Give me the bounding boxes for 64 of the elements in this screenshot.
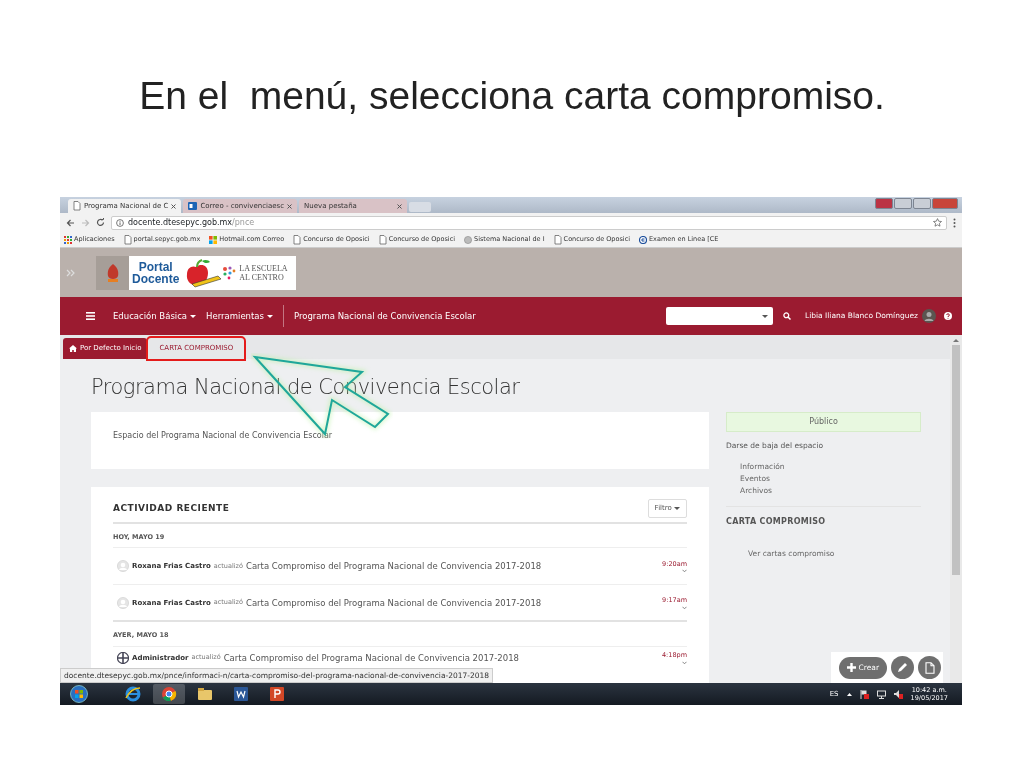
pencil-icon [897,662,908,673]
document-link[interactable]: Carta Compromiso del Programa Nacional de Convivencia 2017-2018 [223,651,519,665]
user-avatar-icon [117,560,129,573]
logo-tagline: AL CENTRO [239,272,285,282]
url-text: docente.dtesepyc.gob.mx/pnce [128,216,255,229]
logo-text: Portal [137,260,174,273]
windows-orb-icon [70,685,88,703]
folder-icon [197,686,213,702]
chevron-down-icon[interactable] [682,605,687,610]
page-icon [123,234,132,245]
apps-grid-icon [64,235,72,244]
dots-logo-icon [222,265,237,280]
logo-text: Docente [132,272,180,285]
document-link[interactable]: Carta Compromiso del Programa Nacional de Convivencia 2017-2018 [245,596,542,610]
nav-menu[interactable]: Educación Básica [113,309,197,323]
browser-e-icon [125,686,141,702]
sidebar-heading: CARTA COMPROMISO [726,516,827,529]
nav-menu[interactable]: Herramientas [206,309,273,323]
page-icon [378,234,387,245]
admin-avatar-icon [117,652,129,665]
flag-icon[interactable] [859,689,869,699]
windows-logo-icon [209,235,218,244]
word-icon [233,686,249,702]
close-icon[interactable] [397,203,403,209]
menu-icon[interactable] [86,312,95,320]
home-icon [69,345,77,352]
slide-title: En el menú, selecciona carta compromiso. [139,73,885,120]
circle-logo-icon [639,235,647,244]
tray-expand-icon[interactable] [846,692,852,696]
network-icon[interactable] [876,689,886,699]
close-icon[interactable] [287,203,293,209]
menu-icon[interactable] [953,217,956,228]
logo-tagline: LA ESCUELA [239,263,288,273]
globe-icon [464,235,473,244]
speaker-icon[interactable] [893,689,903,699]
chevron-down-icon[interactable] [682,661,687,666]
avatar-icon[interactable] [922,309,936,323]
mail-app-icon [188,202,198,210]
help-icon[interactable] [944,312,952,320]
document-icon [924,661,935,674]
taskbar-app[interactable] [153,684,185,704]
user-avatar-icon [117,596,129,609]
scrollbar[interactable] [950,335,962,683]
space-name-link[interactable]: Programa Nacional de Convivencia Escolar [294,309,476,323]
info-icon [116,218,124,227]
plus-icon [846,663,856,672]
privacy-badge: Público [726,412,921,433]
back-icon[interactable] [66,218,75,227]
page-icon [73,201,81,211]
address-field[interactable]: docente.dtesepyc.gob.mx/pnce [111,215,947,230]
description-text: Espacio del Programa Nacional de Convivencia Escolar [113,431,333,441]
chrome-icon [161,686,177,702]
powerpoint-icon [269,686,285,702]
close-icon[interactable] [171,203,177,209]
document-button[interactable] [918,656,941,679]
page-icon [293,234,302,245]
reload-icon[interactable] [96,218,105,227]
section-heading: ACTIVIDAD RECIENTE [113,501,230,515]
chevron-down-icon[interactable] [682,569,687,574]
page-icon [553,234,562,245]
edit-button[interactable] [891,656,914,679]
document-link[interactable]: Carta Compromiso del Programa Nacional de Convivencia 2017-2018 [245,560,542,573]
search-icon[interactable] [782,312,791,320]
bookmark-star-icon[interactable] [933,218,942,227]
